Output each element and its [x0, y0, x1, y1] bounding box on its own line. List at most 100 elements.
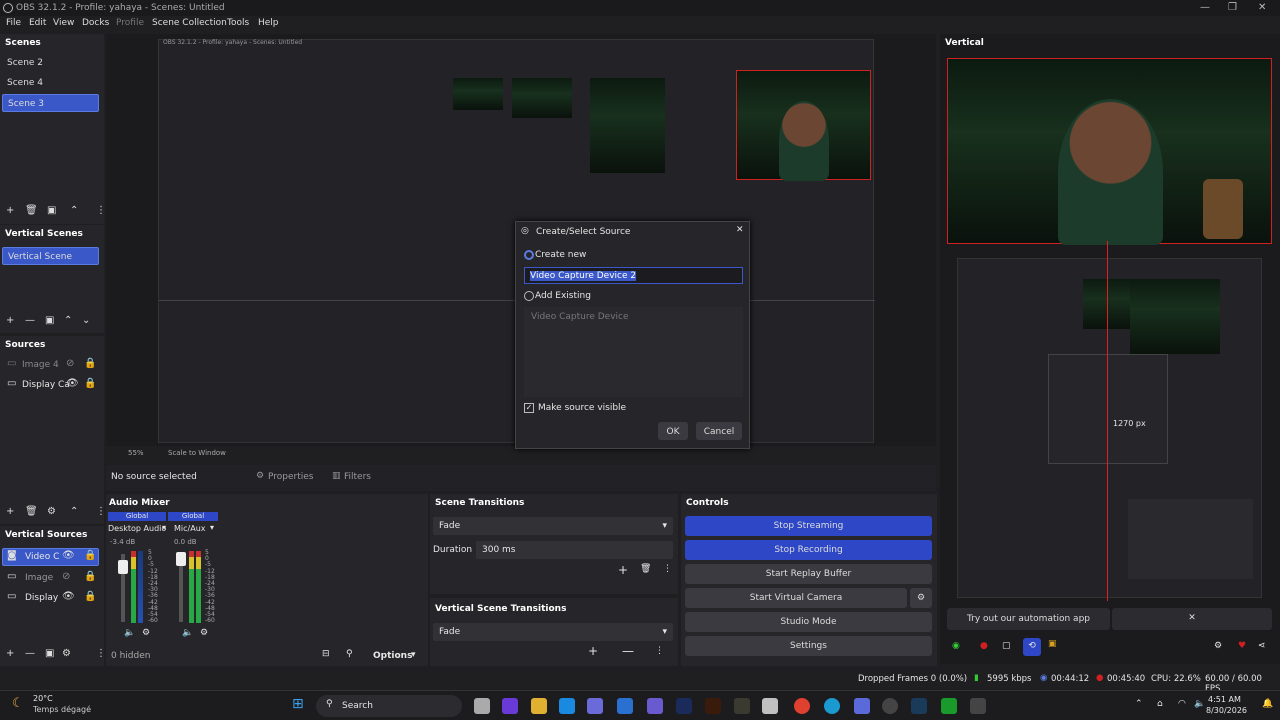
source-item[interactable]: Image 4 — [22, 360, 59, 370]
lock-icon[interactable]: 🔒 — [84, 550, 96, 561]
file-explorer-icon[interactable] — [531, 698, 547, 714]
remove-scene-icon[interactable]: 🗑 — [25, 205, 38, 216]
eye-icon[interactable]: 👁 — [66, 378, 79, 389]
make-visible-checkbox[interactable]: ✓ — [524, 403, 534, 413]
menu-edit[interactable]: Edit — [29, 18, 46, 28]
gear-icon[interactable]: ⚙ — [200, 628, 208, 638]
stop-recording-button[interactable]: Stop Recording — [685, 540, 932, 560]
hidden-eye-icon[interactable]: ⊘ — [66, 358, 74, 369]
link-icon[interactable]: ⚲ — [346, 649, 353, 659]
zoom-level[interactable]: 55% — [128, 449, 144, 457]
task-view-icon[interactable] — [474, 698, 490, 714]
add-existing-radio[interactable] — [524, 291, 534, 301]
add-source-icon[interactable]: + — [6, 648, 14, 659]
menu-view[interactable]: View — [53, 18, 74, 28]
menu-docks[interactable]: Docks — [82, 18, 109, 28]
heart-icon[interactable]: ♥ — [1238, 641, 1246, 651]
hidden-eye-icon[interactable]: ⊘ — [62, 571, 70, 582]
eye-icon[interactable]: 👁 — [62, 550, 75, 561]
add-existing-label[interactable]: Add Existing — [535, 291, 591, 301]
lock-icon[interactable]: 🔒 — [84, 358, 96, 369]
replay-icon[interactable]: ▣ — [1048, 639, 1057, 649]
add-source-icon[interactable]: + — [6, 506, 14, 517]
move-down-icon[interactable]: ⌄ — [82, 315, 90, 326]
filters-button[interactable]: Filters — [344, 472, 371, 482]
volume-icon[interactable]: 🔈 — [1194, 699, 1205, 709]
transition-select[interactable]: Fade ▾ — [433, 517, 673, 535]
lock-icon[interactable]: 🔒 — [84, 591, 96, 602]
move-up-icon[interactable]: ⌃ — [70, 205, 78, 216]
edge-icon[interactable] — [824, 698, 840, 714]
copilot-icon[interactable] — [502, 698, 518, 714]
chevron-down-icon[interactable]: ▾ — [210, 523, 214, 532]
filters-icon[interactable]: ▣ — [45, 648, 54, 659]
network-icon[interactable]: ⌂ — [1157, 699, 1163, 709]
illustrator-icon[interactable] — [705, 698, 721, 714]
lock-icon[interactable]: 🔒 — [84, 571, 96, 582]
app-icon[interactable] — [762, 698, 778, 714]
square-icon[interactable]: ▢ — [1002, 641, 1011, 651]
menu-scene-collection[interactable]: Scene Collection — [152, 18, 227, 28]
more-icon[interactable]: ⋮ — [663, 564, 672, 574]
create-new-radio[interactable] — [524, 250, 534, 260]
move-up-icon[interactable]: ⌃ — [70, 506, 78, 517]
teams-icon[interactable] — [647, 698, 663, 714]
notification-icon[interactable]: 🔔 — [1262, 699, 1273, 709]
more-icon[interactable]: ⋮ — [655, 646, 664, 656]
eye-icon[interactable]: 👁 — [62, 591, 75, 602]
scene-item-selected[interactable]: Scene 3 — [2, 94, 99, 112]
steam-icon[interactable] — [911, 698, 927, 714]
outlook-icon[interactable] — [617, 698, 633, 714]
close-icon[interactable]: ✕ — [1112, 608, 1272, 630]
remove-vertical-scene-icon[interactable]: — — [25, 315, 35, 326]
volume-slider[interactable] — [176, 552, 186, 566]
search-box[interactable]: ⚲ Search — [316, 695, 462, 717]
duration-field[interactable]: 300 ms — [476, 541, 673, 559]
app-icon[interactable] — [587, 698, 603, 714]
vertical-source-item[interactable]: Video C — [25, 552, 59, 562]
scene-item[interactable]: Scene 4 — [2, 74, 99, 92]
stream-icon[interactable]: ◉ — [952, 641, 960, 651]
trash-icon[interactable]: 🗑 — [640, 564, 651, 574]
add-scene-icon[interactable]: + — [6, 205, 14, 216]
source-name-input[interactable]: Video Capture Device 2 — [524, 267, 743, 284]
automation-banner[interactable]: Try out our automation app — [947, 608, 1110, 630]
menu-tools[interactable]: Tools — [227, 18, 249, 28]
vertical-source-item[interactable]: Display — [25, 593, 58, 603]
lock-icon[interactable]: 🔒 — [84, 378, 96, 389]
volume-slider[interactable] — [118, 560, 128, 574]
start-replay-buffer-button[interactable]: Start Replay Buffer — [685, 564, 932, 584]
wifi-icon[interactable]: ◠ — [1178, 699, 1186, 709]
store-icon[interactable] — [559, 698, 575, 714]
vertical-preview[interactable] — [947, 58, 1272, 245]
make-visible-label[interactable]: Make source visible — [538, 403, 626, 413]
menu-file[interactable]: File — [6, 18, 21, 28]
discord-icon[interactable] — [854, 698, 870, 714]
studio-mode-button[interactable]: Studio Mode — [685, 612, 932, 632]
ok-button[interactable]: OK — [658, 422, 688, 440]
more-icon[interactable]: ⋮ — [96, 506, 106, 517]
close-icon[interactable]: ✕ — [736, 225, 744, 235]
more-icon[interactable]: ⋮ — [96, 205, 106, 216]
start-virtual-camera-button[interactable]: Start Virtual Camera — [685, 588, 907, 608]
speaker-icon[interactable]: 🔈 — [182, 628, 193, 638]
filters-icon[interactable]: ▣ — [47, 205, 56, 216]
scale-mode[interactable]: Scale to Window — [168, 449, 226, 457]
move-up-icon[interactable]: ⌃ — [64, 315, 72, 326]
maximize-icon[interactable]: ❐ — [1228, 2, 1237, 13]
gear-icon[interactable]: ⚙ — [47, 506, 56, 517]
remove-source-icon[interactable]: 🗑 — [25, 506, 38, 517]
source-item[interactable]: Display Ca — [22, 380, 70, 390]
gear-icon[interactable]: ⚙ — [142, 628, 150, 638]
layout-icon[interactable]: ⊟ — [322, 649, 330, 659]
obs-icon[interactable] — [882, 698, 898, 714]
add-icon[interactable]: + — [588, 644, 598, 658]
chevron-down-icon[interactable]: ▾ — [162, 523, 166, 532]
chevron-up-icon[interactable]: ⌃ — [1135, 699, 1143, 709]
settings-button[interactable]: Settings — [685, 636, 932, 656]
vertical-scene-item[interactable]: Vertical Scene — [2, 247, 99, 265]
speaker-icon[interactable]: 🔈 — [124, 628, 135, 638]
start-icon[interactable]: ⊞ — [292, 696, 304, 712]
scene-item[interactable]: Scene 2 — [2, 54, 99, 72]
add-icon[interactable]: + — [618, 563, 628, 577]
